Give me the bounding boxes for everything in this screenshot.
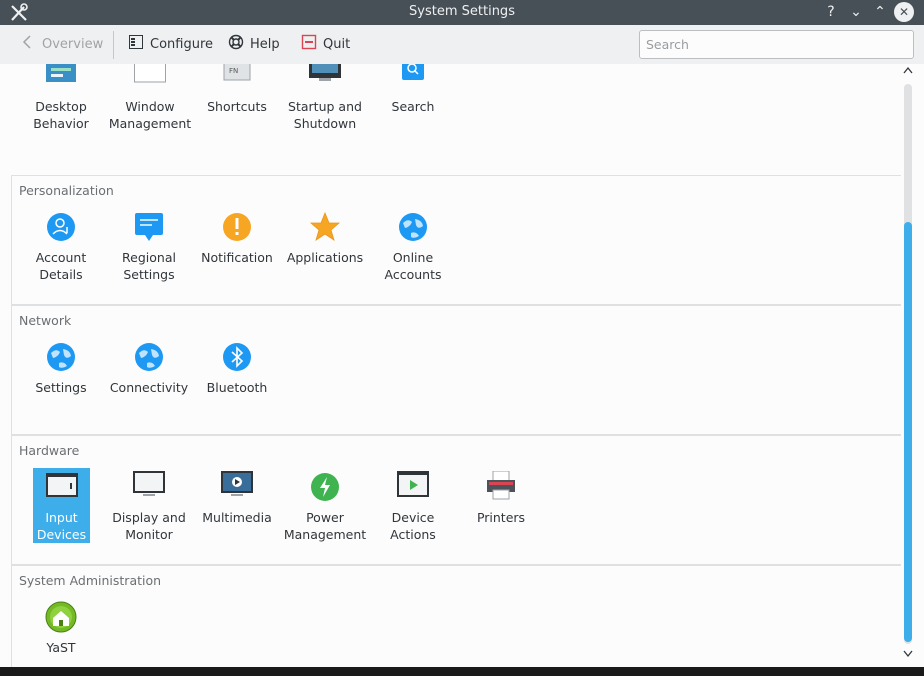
help-window-button[interactable]: ? (821, 2, 841, 22)
module-input-devices[interactable]: Input Devices (33, 468, 90, 543)
configure-button[interactable]: Configure (128, 33, 213, 55)
window-management-icon (134, 64, 166, 92)
module-label: Online Accounts (384, 250, 442, 282)
startup-shutdown-icon (309, 64, 341, 92)
module-applications[interactable]: Applications (281, 211, 369, 266)
module-window-management[interactable]: Window Management (106, 64, 194, 132)
maximize-button[interactable]: ⌃ (870, 2, 890, 22)
module-device-actions[interactable]: Device Actions (369, 471, 457, 543)
module-label: Applications (286, 250, 364, 265)
window-title: System Settings (409, 4, 515, 19)
globe-icon (397, 211, 429, 243)
module-label: Regional Settings (122, 250, 176, 282)
close-button[interactable]: ✕ (894, 2, 914, 22)
section-title: System Administration (19, 573, 162, 588)
search-icon (397, 64, 429, 92)
module-online-accounts[interactable]: Online Accounts (369, 211, 457, 283)
module-label: Connectivity (109, 380, 189, 395)
notification-icon (221, 211, 253, 243)
quit-button[interactable]: Quit (301, 33, 350, 55)
account-icon (45, 211, 77, 243)
printer-icon (485, 470, 517, 503)
module-label: Notification (201, 250, 273, 265)
title-bar[interactable]: System Settings ? ⌄ ⌃ ✕ (0, 0, 924, 25)
desktop-behavior-icon (45, 64, 77, 92)
module-label: Startup and Shutdown (288, 99, 362, 131)
module-label: Bluetooth (206, 380, 268, 395)
vertical-scrollbar[interactable] (901, 64, 915, 667)
multimedia-icon (221, 471, 253, 503)
module-label: Account Details (35, 250, 87, 282)
minimize-button[interactable]: ⌄ (846, 2, 866, 22)
quit-icon (301, 34, 317, 54)
regional-icon (133, 211, 165, 243)
overview-button[interactable]: Overview (20, 33, 103, 55)
module-yast[interactable]: YaST (17, 601, 105, 656)
globe-icon (133, 341, 165, 373)
settings-content: Desktop Behavior Window Management FN Sh… (0, 64, 924, 667)
module-label: Power Management (283, 510, 367, 542)
star-icon (309, 211, 341, 243)
module-label: Display and Monitor (112, 510, 186, 542)
system-settings-window: Overview Configure Help Quit Search Desk… (0, 25, 924, 667)
device-actions-icon (397, 471, 429, 503)
module-label: Device Actions (390, 510, 436, 542)
module-multimedia[interactable]: Multimedia (193, 471, 281, 526)
configure-label: Configure (150, 36, 214, 52)
bluetooth-icon (221, 341, 253, 373)
module-label: YaST (46, 640, 76, 655)
yast-icon (45, 601, 77, 633)
globe-icon (45, 341, 77, 373)
window-bottom-edge (0, 667, 924, 676)
shortcuts-icon: FN (221, 64, 253, 92)
back-arrow-icon (20, 34, 36, 54)
toolbar: Overview Configure Help Quit (0, 25, 924, 64)
module-printers[interactable]: Printers (457, 470, 545, 526)
search-input[interactable] (639, 30, 914, 59)
module-label: Multimedia (202, 510, 272, 525)
module-label: Settings (35, 380, 87, 395)
overview-label: Overview (42, 36, 104, 52)
module-label: Input Devices (36, 510, 87, 542)
module-label: Printers (476, 510, 526, 525)
section-title: Hardware (19, 443, 80, 458)
module-regional-settings[interactable]: Regional Settings (105, 211, 193, 283)
module-startup-shutdown[interactable]: Startup and Shutdown (281, 64, 369, 132)
section-title: Network (19, 313, 72, 328)
quit-label: Quit (323, 36, 351, 52)
scroll-up-icon[interactable] (901, 66, 915, 77)
configure-icon (128, 34, 144, 54)
power-icon (309, 471, 341, 503)
svg-text:FN: FN (229, 67, 238, 75)
help-label: Help (250, 36, 280, 52)
toolbar-separator (113, 31, 114, 59)
module-label: Shortcuts (207, 99, 267, 114)
scrollbar-thumb[interactable] (904, 222, 912, 642)
scroll-down-icon[interactable] (901, 650, 915, 661)
lifebuoy-icon (228, 34, 244, 54)
module-search[interactable]: Search (369, 64, 457, 115)
module-shortcuts[interactable]: FN Shortcuts (193, 64, 281, 115)
module-label: Desktop Behavior (33, 99, 89, 131)
module-display-monitor[interactable]: Display and Monitor (105, 471, 193, 543)
module-connectivity[interactable]: Connectivity (105, 341, 193, 396)
module-label: Window Management (108, 99, 192, 131)
module-network-settings[interactable]: Settings (17, 341, 105, 396)
module-account-details[interactable]: Account Details (17, 211, 105, 283)
module-power-management[interactable]: Power Management (281, 471, 369, 543)
section-title: Personalization (19, 183, 114, 198)
help-button[interactable]: Help (228, 33, 280, 55)
monitor-icon (133, 471, 165, 503)
module-label: Search (391, 99, 435, 114)
module-desktop-behavior[interactable]: Desktop Behavior (17, 64, 105, 132)
module-bluetooth[interactable]: Bluetooth (193, 341, 281, 396)
input-devices-icon (45, 471, 78, 503)
module-notification[interactable]: Notification (193, 211, 281, 266)
